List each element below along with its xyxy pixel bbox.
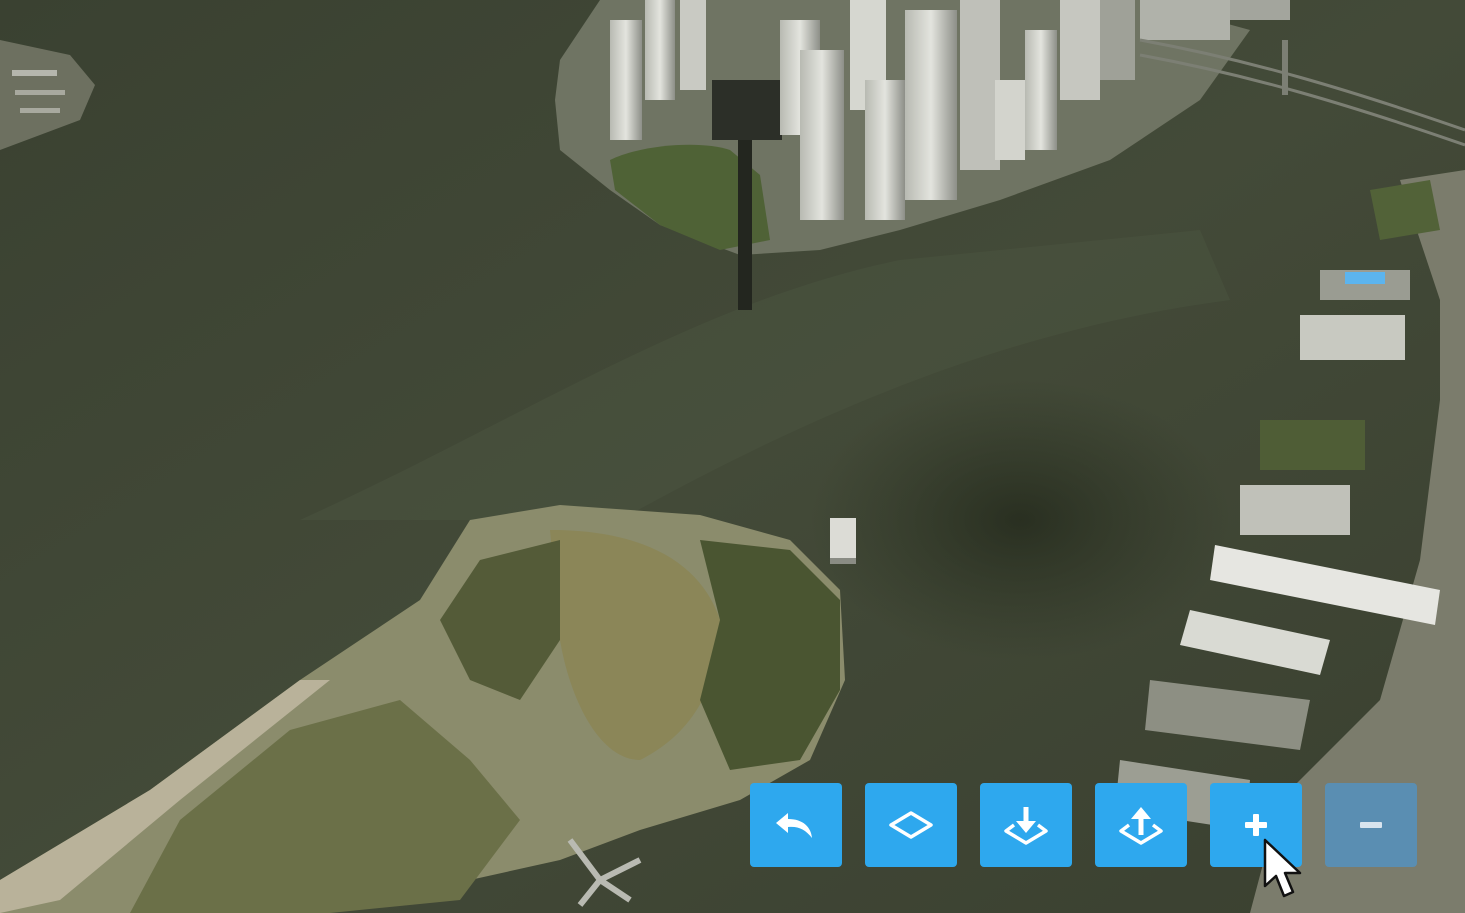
water-shadow xyxy=(810,380,1230,660)
undo-button[interactable] xyxy=(750,783,842,867)
plus-icon xyxy=(1245,814,1267,836)
lower-button[interactable] xyxy=(980,783,1072,867)
draw-area-button[interactable] xyxy=(865,783,957,867)
raise-button[interactable] xyxy=(1095,783,1187,867)
diamond-outline-icon xyxy=(889,811,933,839)
undo-arrow-icon xyxy=(776,813,812,838)
zoom-in-button[interactable] xyxy=(1210,783,1302,867)
upload-tray-icon xyxy=(1119,807,1163,845)
map-toolbar xyxy=(750,783,1417,868)
zoom-out-button[interactable] xyxy=(1325,783,1417,867)
map-viewport[interactable] xyxy=(0,0,1465,913)
map-canvas[interactable] xyxy=(0,0,1465,913)
download-tray-icon xyxy=(1004,807,1048,845)
tower-structure xyxy=(830,518,856,564)
minus-icon xyxy=(1360,822,1382,828)
